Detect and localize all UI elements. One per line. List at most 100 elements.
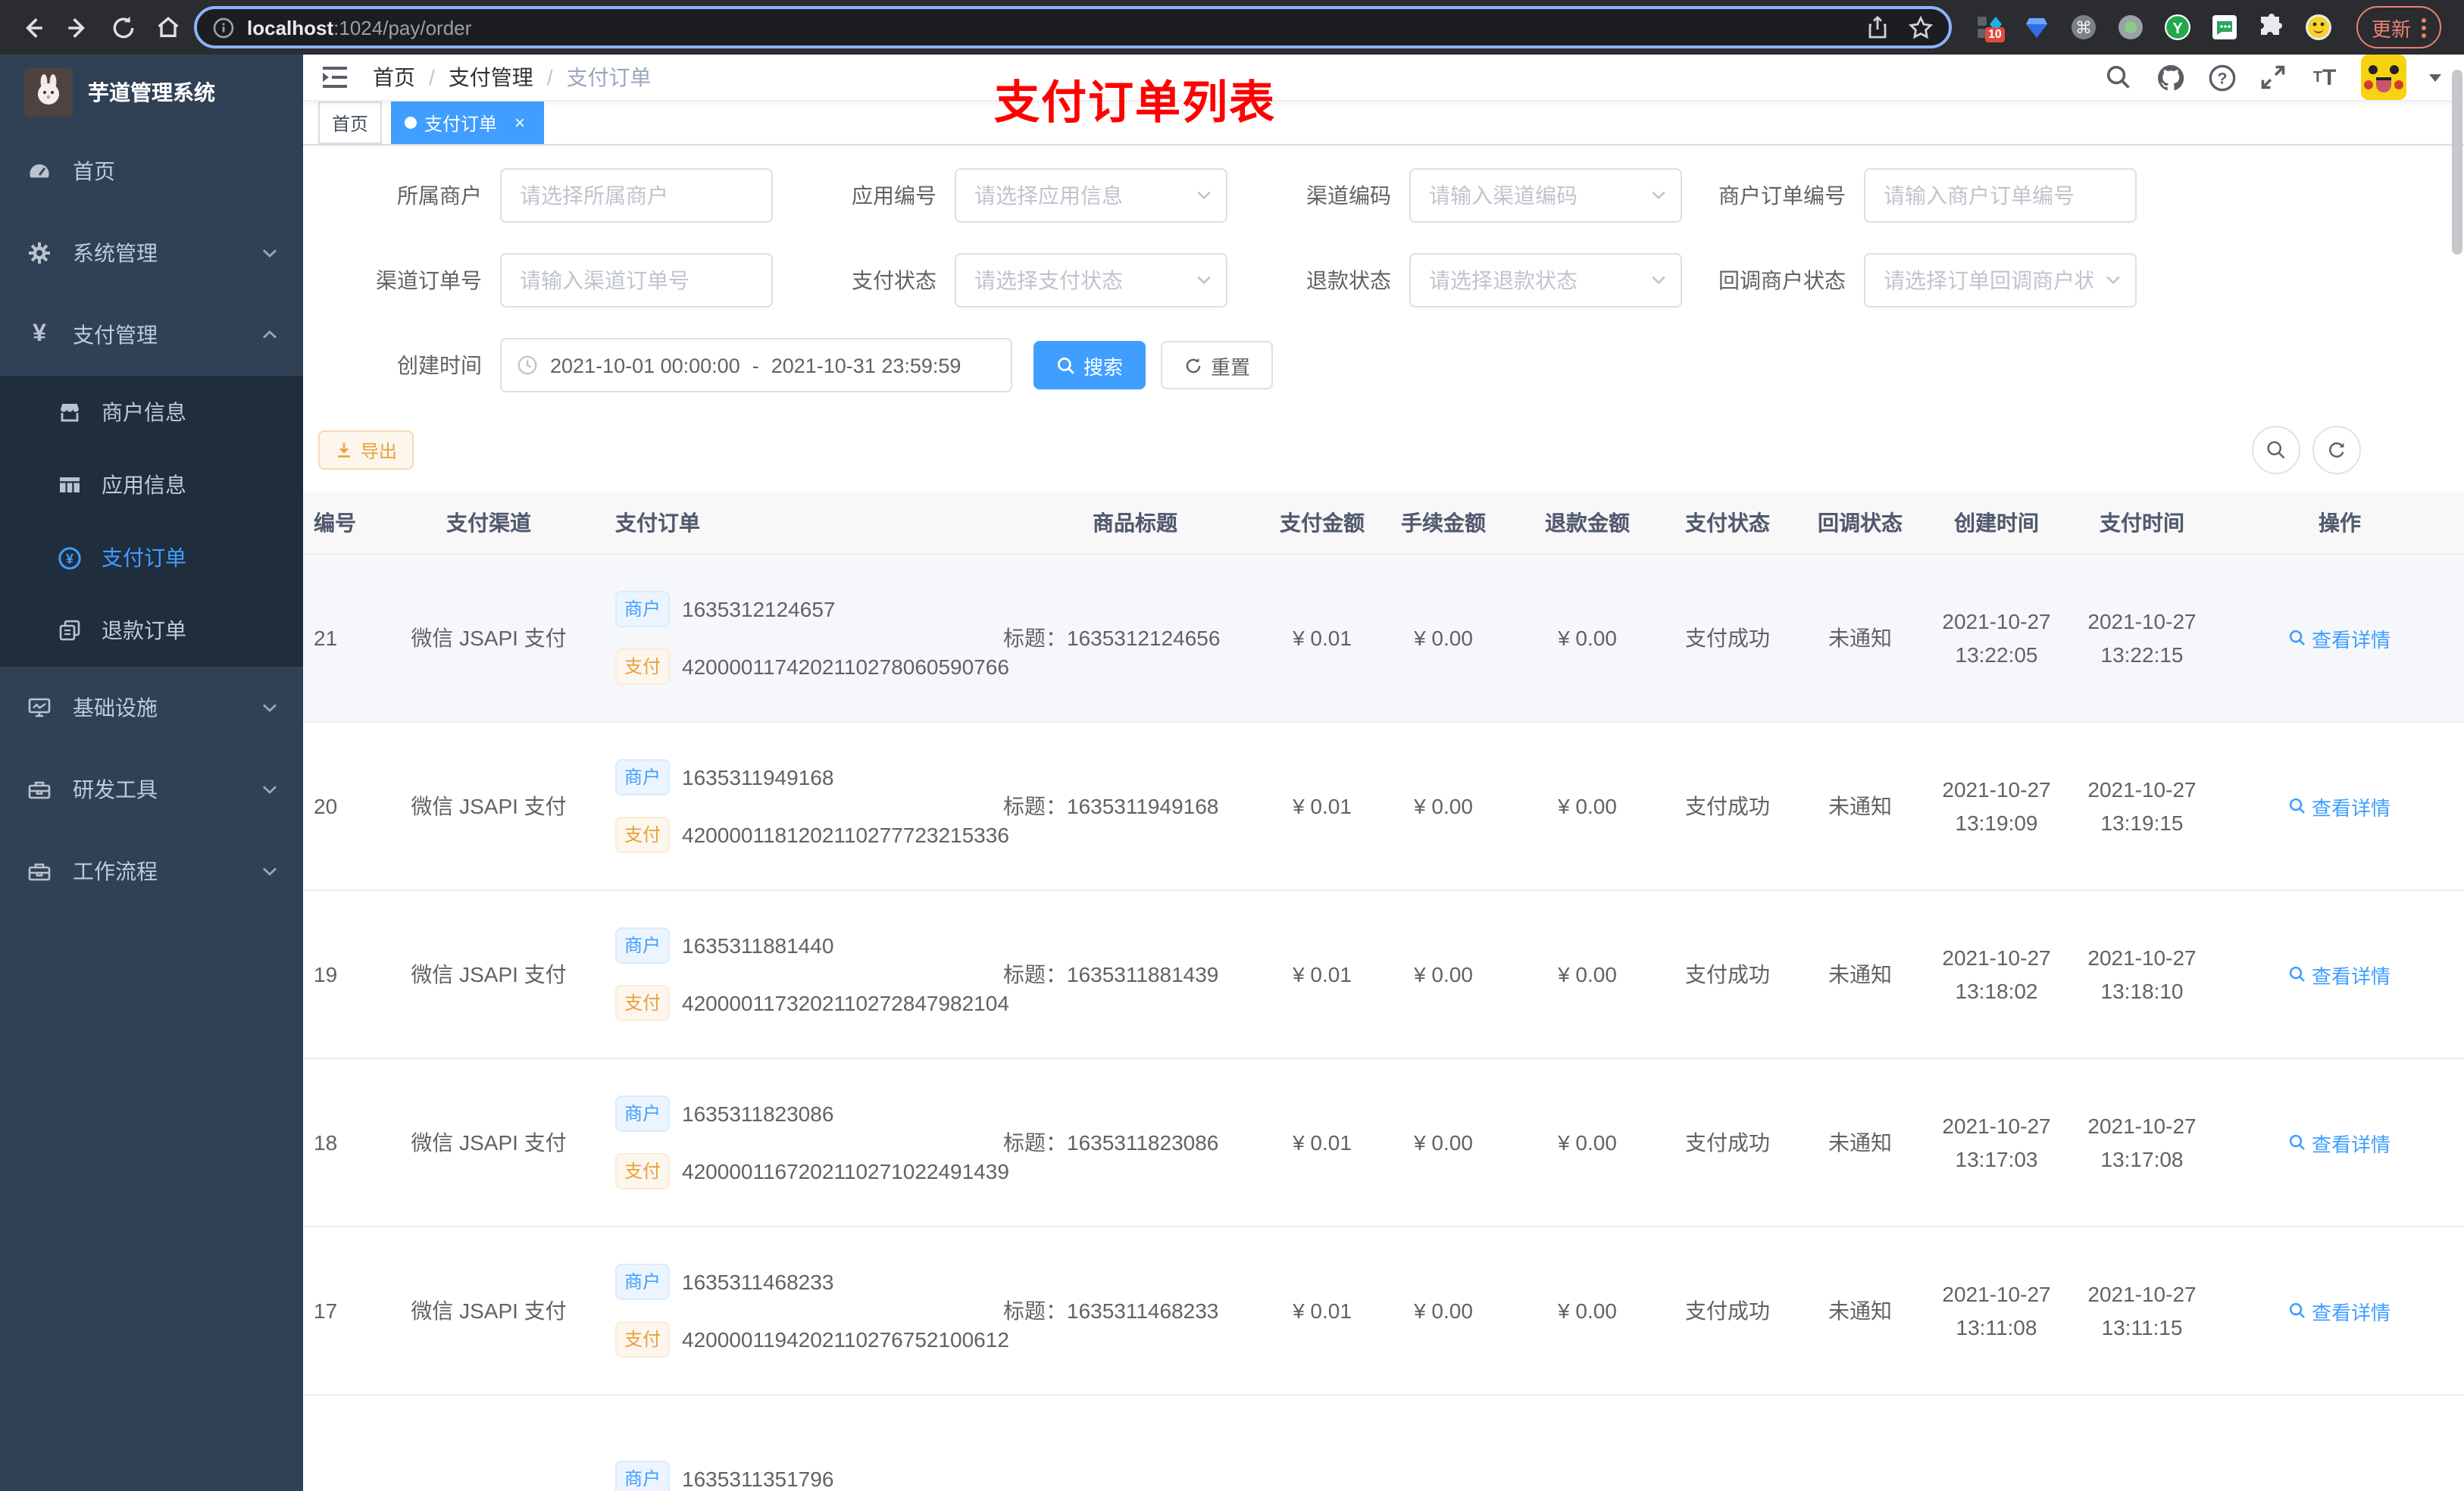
cell-id: 18 <box>314 1130 338 1155</box>
view-detail-link[interactable]: 查看详情 <box>2289 624 2391 652</box>
toggle-search-button[interactable] <box>2252 426 2300 474</box>
cell-id: 20 <box>314 794 338 818</box>
browser-forward-icon[interactable] <box>58 8 97 47</box>
date-separator: - <box>752 354 759 377</box>
browser-toolbar: localhost:1024/pay/order 10 ⌘ Y 更新 <box>0 0 2464 55</box>
sidebar-item-app-info[interactable]: 应用信息 <box>0 449 303 521</box>
filter-label: 渠道订单号 <box>376 268 482 292</box>
sidebar-item-home[interactable]: 首页 <box>0 130 303 212</box>
share-icon[interactable] <box>1865 15 1890 39</box>
refresh-button[interactable] <box>2312 426 2361 474</box>
navbar: 首页 / 支付管理 / 支付订单 支付订单列表 ? T T <box>303 55 2464 129</box>
extension-dot-icon[interactable] <box>2117 14 2144 41</box>
yen-icon: ¥ <box>33 321 46 347</box>
extension-chat-icon[interactable] <box>2211 14 2238 41</box>
extension-grid-icon[interactable]: 10 <box>1976 14 2005 42</box>
breadcrumb-separator: / <box>546 65 553 89</box>
cell-fee: ¥ 0.00 <box>1414 626 1473 650</box>
browser-reload-icon[interactable] <box>103 8 142 47</box>
search-button[interactable]: 搜索 <box>1033 341 1146 389</box>
merchant-order-no: 1635311881440 <box>682 933 834 958</box>
site-info-icon[interactable] <box>212 16 235 39</box>
cell-channel: 微信 JSAPI 支付 <box>411 962 567 986</box>
pay-order-no: 4200001167202110271022491439 <box>682 1159 1009 1183</box>
cell-refund: ¥ 0.00 <box>1558 794 1617 818</box>
view-detail-link[interactable]: 查看详情 <box>2289 1128 2391 1157</box>
table-row[interactable]: 17 微信 JSAPI 支付 商户 1635311468233 支付 42000… <box>303 1227 2464 1396</box>
table-row[interactable]: 21 微信 JSAPI 支付 商户 1635312124657 支付 42000… <box>303 555 2464 723</box>
filter-label: 支付状态 <box>852 268 937 292</box>
cell-actions: 查看详情 <box>2215 624 2464 652</box>
reset-button[interactable]: 重置 <box>1161 341 1274 389</box>
tab-pay-order[interactable]: 支付订单 × <box>391 102 545 144</box>
extension-badge: 10 <box>1985 27 2005 42</box>
profile-avatar-icon[interactable] <box>2305 14 2332 41</box>
sidebar-item-label: 支付管理 <box>73 323 158 347</box>
sidebar-collapse-icon[interactable] <box>318 61 352 94</box>
browser-menu-icon[interactable] <box>2422 17 2427 37</box>
extension-y-icon[interactable]: Y <box>2164 14 2191 41</box>
filter-input[interactable] <box>1409 168 1682 223</box>
extension-command-icon[interactable]: ⌘ <box>2070 14 2097 41</box>
search-icon[interactable] <box>2103 62 2134 92</box>
table-row[interactable]: 20 微信 JSAPI 支付 商户 1635311949168 支付 42000… <box>303 723 2464 891</box>
sidebar-item-payment[interactable]: ¥ 支付管理 <box>0 294 303 376</box>
user-avatar[interactable] <box>2361 55 2406 100</box>
sidebar-item-infra[interactable]: 基础设施 <box>0 667 303 749</box>
bookmark-star-icon[interactable] <box>1908 14 1934 40</box>
table-row[interactable]: 19 微信 JSAPI 支付 商户 1635311881440 支付 42000… <box>303 891 2464 1059</box>
filter-input[interactable] <box>500 168 773 223</box>
breadcrumb-section[interactable]: 支付管理 <box>449 62 533 92</box>
font-size-icon[interactable]: TT <box>2309 62 2340 92</box>
cell-order-numbers: 商户 1635311823086 支付 42000011672021102710… <box>606 1096 1009 1189</box>
update-label: 更新 <box>2372 17 2412 40</box>
filter-input[interactable] <box>500 253 773 308</box>
view-detail-label: 查看详情 <box>2311 628 2391 651</box>
chevron-down-icon <box>261 862 279 880</box>
tab-home[interactable]: 首页 <box>318 102 383 144</box>
sidebar-item-system[interactable]: 系统管理 <box>0 212 303 294</box>
col-header-notify: 回调状态 <box>1818 511 1903 535</box>
filter-input[interactable] <box>955 253 1227 308</box>
browser-home-icon[interactable] <box>149 8 188 47</box>
filter-input[interactable] <box>1864 253 2137 308</box>
help-icon[interactable]: ? <box>2206 62 2237 92</box>
address-bar[interactable]: localhost:1024/pay/order <box>194 6 1952 48</box>
filter-input[interactable] <box>955 168 1227 223</box>
browser-update-button[interactable]: 更新 <box>2356 6 2442 48</box>
sidebar-item-pay-order[interactable]: ¥ 支付订单 <box>0 521 303 594</box>
date-end[interactable]: 2021-10-31 23:59:59 <box>771 354 962 377</box>
export-button[interactable]: 导出 <box>318 430 414 470</box>
extensions-puzzle-icon[interactable] <box>2258 14 2285 41</box>
table-toolbar: 导出 <box>303 423 2464 474</box>
extension-gem-icon[interactable] <box>2023 14 2050 41</box>
github-icon[interactable] <box>2155 62 2185 92</box>
filter-input[interactable] <box>1864 168 2137 223</box>
table-row[interactable]: 18 微信 JSAPI 支付 商户 1635311823086 支付 42000… <box>303 1059 2464 1227</box>
filter-input[interactable] <box>1409 253 1682 308</box>
cell-fee: ¥ 0.00 <box>1414 1299 1473 1323</box>
cell-actions: 查看详情 <box>2215 960 2464 989</box>
view-detail-link[interactable]: 查看详情 <box>2289 960 2391 989</box>
payment-submenu: 商户信息 应用信息 ¥ 支付订单 退款订单 <box>0 376 303 667</box>
cell-order-numbers: 商户 1635311468233 支付 42000011942021102767… <box>606 1264 1009 1358</box>
view-detail-link[interactable]: 查看详情 <box>2289 792 2391 821</box>
avatar-caret-icon[interactable] <box>2428 70 2443 85</box>
browser-back-icon[interactable] <box>12 8 52 47</box>
svg-text:Y: Y <box>2172 20 2183 37</box>
breadcrumb-home[interactable]: 首页 <box>373 62 415 92</box>
tab-close-icon[interactable]: × <box>509 112 530 133</box>
view-detail-link[interactable]: 查看详情 <box>2289 1296 2391 1325</box>
cell-notify-status: 未通知 <box>1828 962 1892 986</box>
date-range-picker[interactable]: 2021-10-01 00:00:00 - 2021-10-31 23:59:5… <box>500 338 1012 392</box>
sidebar-item-dev-tools[interactable]: 研发工具 <box>0 749 303 830</box>
fullscreen-icon[interactable] <box>2258 62 2288 92</box>
sidebar-item-workflow[interactable]: 工作流程 <box>0 830 303 912</box>
date-start[interactable]: 2021-10-01 00:00:00 <box>550 354 740 377</box>
sidebar-item-refund-order[interactable]: 退款订单 <box>0 594 303 667</box>
cell-amount: ¥ 0.01 <box>1293 794 1352 818</box>
page-scrollbar[interactable] <box>2452 70 2462 255</box>
sidebar-item-merchant-info[interactable]: 商户信息 <box>0 376 303 449</box>
sidebar-item-label: 研发工具 <box>73 777 158 802</box>
table-row[interactable]: 商户 1635311351796 <box>303 1396 2464 1491</box>
